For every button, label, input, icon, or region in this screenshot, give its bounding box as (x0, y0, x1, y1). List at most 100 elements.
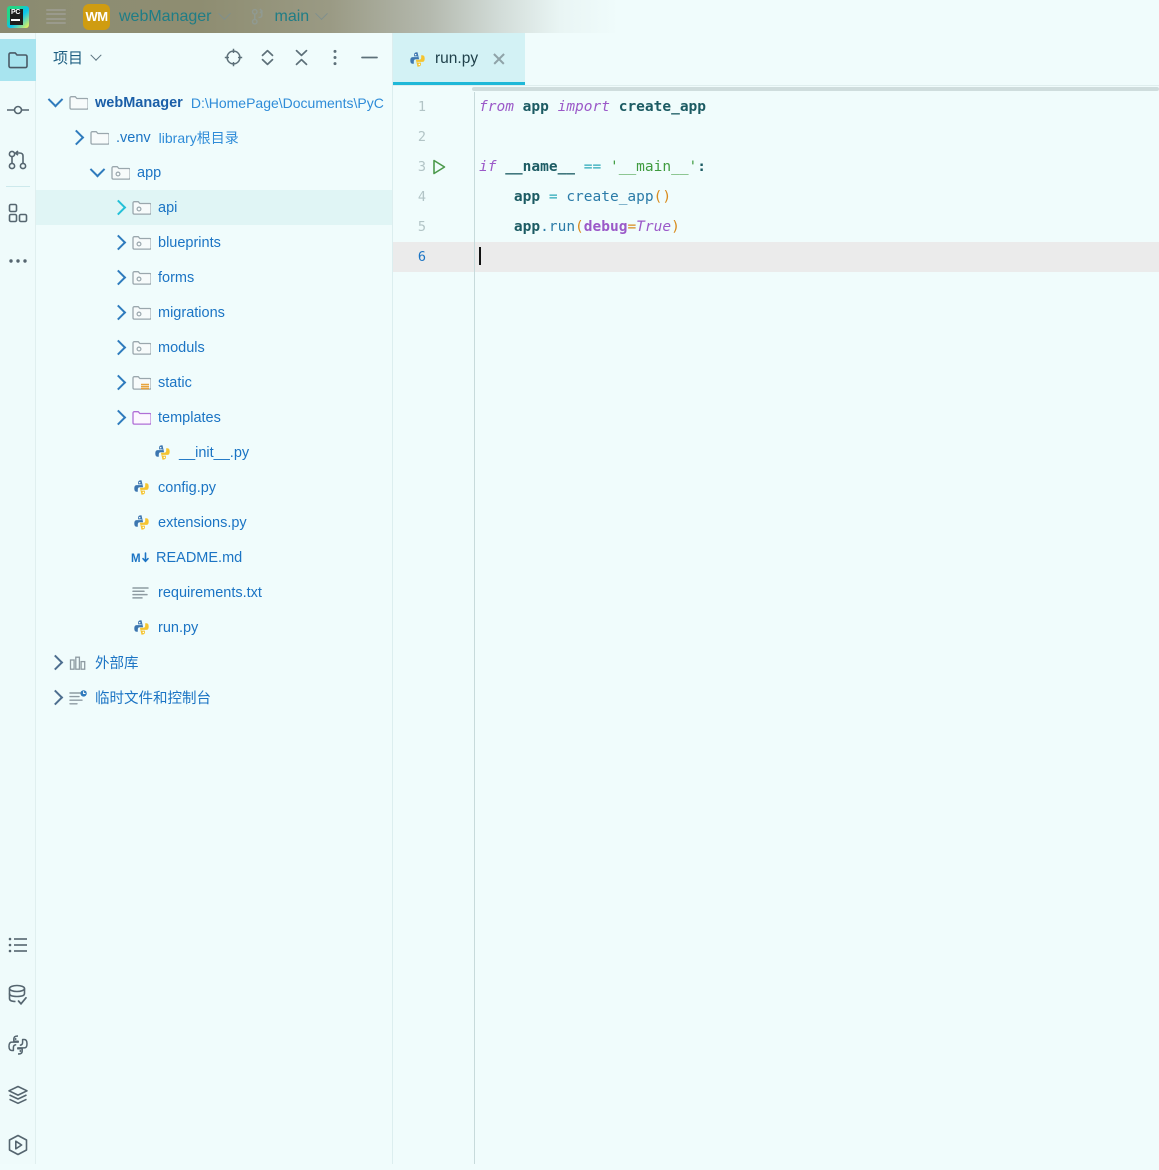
tree-row-readme-md[interactable]: M README.md (36, 540, 392, 575)
rail-divider (5, 186, 30, 187)
sidebar-item-run[interactable] (0, 1124, 36, 1166)
folder-package-icon (131, 303, 151, 323)
sidebar-item-project[interactable] (0, 39, 36, 81)
chevron-right-icon[interactable] (110, 269, 127, 286)
chevron-right-icon[interactable] (110, 234, 127, 251)
token-paren: ) (671, 219, 680, 235)
chevron-right-icon[interactable] (110, 339, 127, 356)
library-icon (68, 653, 88, 673)
code-line-3[interactable]: if __name__ == '__main__': (475, 152, 1159, 182)
folder-resource-icon (131, 373, 151, 393)
hide-panel-button[interactable] (357, 46, 381, 70)
project-badge[interactable]: WM (83, 3, 110, 30)
token-kwarg: debug (583, 219, 628, 235)
tree-label: app (137, 164, 162, 181)
run-triangle-icon[interactable] (430, 158, 448, 176)
tree-label: static (158, 374, 192, 391)
sidebar-item-python-console[interactable] (0, 1024, 36, 1066)
chevron-right-icon[interactable] (110, 374, 127, 391)
scratches-icon (68, 688, 88, 708)
chevron-right-icon[interactable] (68, 129, 85, 146)
editor-area: run.py 1 2 3 4 5 6 from app import creat… (393, 33, 1159, 1164)
token-colon: : (697, 159, 707, 175)
tree-row-venv[interactable]: .venv library根目录 (36, 120, 392, 155)
code-line-1[interactable]: from app import create_app (475, 92, 1159, 122)
sidebar-item-database[interactable] (0, 974, 36, 1016)
tree-row-api[interactable]: api (36, 190, 392, 225)
chevron-down-icon[interactable] (217, 7, 231, 21)
code-line-2[interactable] (475, 122, 1159, 152)
tree-row-scratches[interactable]: 临时文件和控制台 (36, 680, 392, 715)
sidebar-item-more[interactable] (0, 240, 36, 282)
chevron-down-icon[interactable] (89, 161, 106, 178)
svg-text:M: M (131, 553, 141, 565)
select-opened-file-button[interactable] (221, 46, 245, 70)
tree-label: __init__.py (179, 444, 250, 461)
tree-row-run-py[interactable]: run.py (36, 610, 392, 645)
chevron-right-icon[interactable] (47, 689, 64, 706)
tree-row-moduls[interactable]: moduls (36, 330, 392, 365)
code-text-area[interactable]: from app import create_app if __name__ =… (474, 92, 1159, 1164)
horizontal-scrollbar[interactable] (393, 85, 1159, 92)
tree-label: moduls (158, 339, 205, 356)
token-boolean: True (636, 219, 672, 235)
vertical-dots-icon (333, 49, 337, 66)
token-operator: = (548, 189, 558, 205)
title-bar: PC WM webManager main (0, 0, 1159, 33)
tree-label: .venv (116, 129, 151, 146)
tree-row-blueprints[interactable]: blueprints (36, 225, 392, 260)
code-line-4[interactable]: app = create_app() (475, 182, 1159, 212)
project-name-button[interactable]: webManager (119, 8, 212, 26)
code-line-5[interactable]: app.run(debug=True) (475, 212, 1159, 242)
tree-row-external-libraries[interactable]: 外部库 (36, 645, 392, 680)
chevron-right-icon[interactable] (110, 409, 127, 426)
tree-row-requirements-txt[interactable]: requirements.txt (36, 575, 392, 610)
collapse-all-button[interactable] (289, 46, 313, 70)
tree-row-app[interactable]: app (36, 155, 392, 190)
tree-row-extensions-py[interactable]: extensions.py (36, 505, 392, 540)
tree-row-templates[interactable]: templates (36, 400, 392, 435)
tree-label: run.py (158, 619, 199, 636)
code-editor[interactable]: 1 2 3 4 5 6 from app import create_app i… (393, 92, 1159, 1164)
close-icon[interactable] (492, 52, 506, 66)
hamburger-menu-icon[interactable] (46, 9, 66, 24)
scrollbar-thumb[interactable] (472, 87, 1159, 91)
token-function-call: create_app (566, 189, 654, 205)
python-file-icon (131, 478, 151, 498)
tree-row-config-py[interactable]: config.py (36, 470, 392, 505)
chevron-right-icon[interactable] (110, 304, 127, 321)
tree-row-forms[interactable]: forms (36, 260, 392, 295)
chevron-down-icon[interactable] (90, 49, 102, 61)
tab-label: run.py (435, 50, 479, 67)
git-branch-name-button[interactable]: main (275, 8, 310, 26)
sidebar-item-pull-requests[interactable] (0, 139, 36, 181)
project-panel-title[interactable]: 项目 (53, 47, 83, 68)
folder-package-icon (131, 268, 151, 288)
tree-row-init-py[interactable]: __init__.py (36, 435, 392, 470)
project-panel-toolbar (221, 46, 381, 70)
chevron-down-icon[interactable] (315, 7, 329, 21)
token-keyword: from (479, 99, 514, 115)
code-line-6-current[interactable] (475, 242, 1159, 272)
expand-all-button[interactable] (255, 46, 279, 70)
token-paren: ( (575, 219, 584, 235)
sidebar-item-structure[interactable] (0, 192, 36, 234)
options-button[interactable] (323, 46, 347, 70)
folder-package-icon (110, 163, 130, 183)
token-module: app (522, 99, 549, 115)
tree-label: requirements.txt (158, 584, 262, 601)
chevron-right-icon[interactable] (110, 199, 127, 216)
pycharm-logo-text: PC (11, 8, 21, 16)
tree-row-migrations[interactable]: migrations (36, 295, 392, 330)
python-file-icon (409, 51, 426, 68)
sidebar-item-commit[interactable] (0, 89, 36, 131)
tab-run-py[interactable]: run.py (393, 33, 525, 85)
tree-row-webmanager[interactable]: webManager D:\HomePage\Documents\PyC (36, 85, 392, 120)
chevron-right-icon[interactable] (47, 654, 64, 671)
sidebar-item-todo[interactable] (0, 924, 36, 966)
gutter-line: 1 (393, 92, 474, 122)
sidebar-item-services[interactable] (0, 1074, 36, 1116)
project-tree: webManager D:\HomePage\Documents\PyC .ve… (36, 82, 392, 715)
chevron-down-icon[interactable] (47, 91, 64, 108)
tree-row-static[interactable]: static (36, 365, 392, 400)
